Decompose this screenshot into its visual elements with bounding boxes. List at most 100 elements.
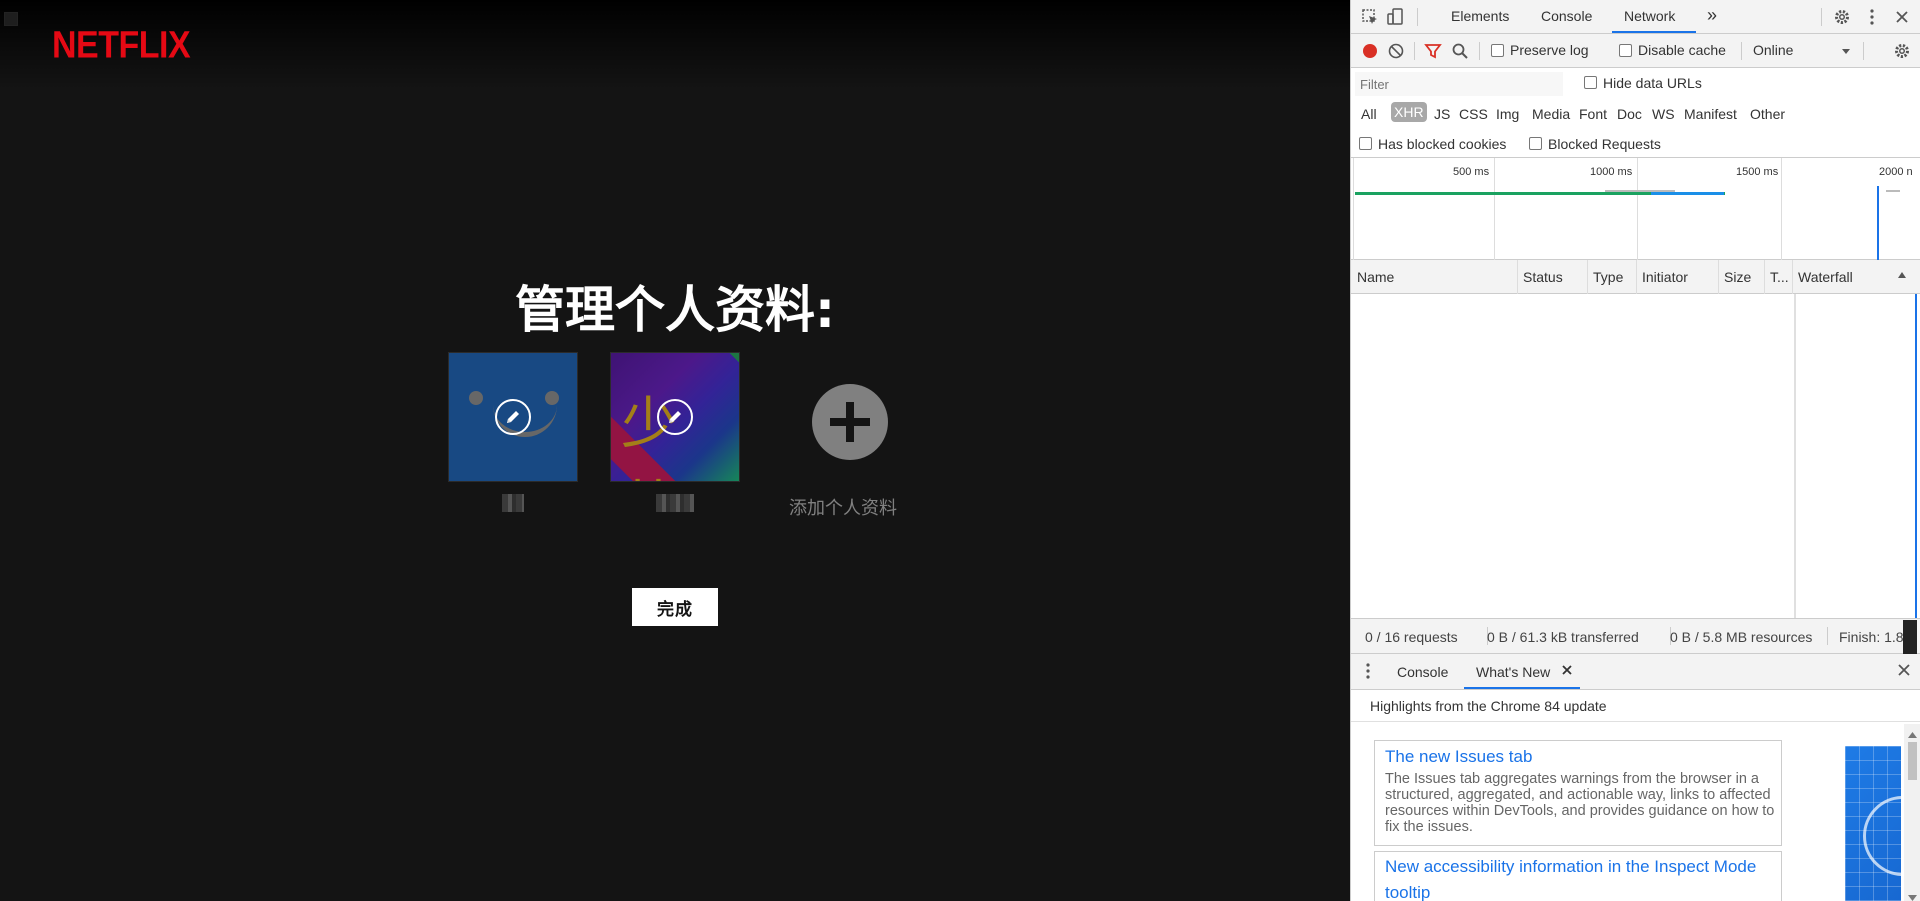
add-profile-label: 添加个人资料 bbox=[789, 498, 897, 519]
scrollbar-thumb[interactable] bbox=[1908, 742, 1917, 780]
dropdown-arrow-icon[interactable] bbox=[1837, 43, 1855, 61]
blocked-filters-row: Has blocked cookies Blocked Requests bbox=[1351, 130, 1920, 158]
resource-type-filters: All XHR JS CSS Img Media Font Doc WS Man… bbox=[1351, 100, 1920, 130]
waterfall-load-line bbox=[1915, 294, 1917, 618]
hide-data-urls-checkbox[interactable] bbox=[1584, 76, 1597, 89]
done-button[interactable]: 完成 bbox=[632, 588, 718, 626]
timeline-tick-label: 2000 n bbox=[1879, 166, 1913, 178]
timeline-tick-label: 500 ms bbox=[1453, 166, 1490, 178]
column-size[interactable]: Size bbox=[1724, 269, 1751, 285]
timeline-tick-label: 1000 ms bbox=[1590, 166, 1633, 178]
search-icon[interactable] bbox=[1451, 42, 1469, 60]
timeline-tick-label: 1500 ms bbox=[1736, 166, 1779, 178]
column-name[interactable]: Name bbox=[1357, 269, 1394, 285]
feature-card-body: The Issues tab aggregates warnings from … bbox=[1385, 771, 1775, 835]
preserve-log-checkbox[interactable] bbox=[1491, 44, 1504, 57]
scroll-down-arrow-icon[interactable] bbox=[1908, 890, 1917, 901]
feature-card-title[interactable]: New accessibility information in the Ins… bbox=[1385, 854, 1775, 901]
profile-item[interactable]: 少儿 bbox=[610, 352, 740, 516]
netflix-logo[interactable]: NETFLIX bbox=[52, 24, 191, 68]
hide-data-urls-label: Hide data URLs bbox=[1603, 75, 1702, 91]
whats-new-panel: Highlights from the Chrome 84 update The… bbox=[1351, 690, 1920, 901]
network-overview-timeline[interactable]: 500 ms 1000 ms 1500 ms 2000 n bbox=[1351, 158, 1920, 260]
type-filter-doc[interactable]: Doc bbox=[1617, 106, 1642, 122]
has-blocked-cookies-label: Has blocked cookies bbox=[1378, 136, 1507, 152]
header-gradient bbox=[0, 0, 1350, 90]
blocked-requests-checkbox[interactable] bbox=[1529, 137, 1542, 150]
timeline-gridline bbox=[1494, 158, 1495, 260]
clear-icon[interactable] bbox=[1387, 42, 1405, 60]
type-filter-xhr[interactable]: XHR bbox=[1391, 102, 1427, 122]
timeline-bar-gray bbox=[1886, 190, 1900, 192]
close-icon[interactable] bbox=[1893, 8, 1911, 26]
record-icon[interactable] bbox=[1361, 42, 1379, 60]
whats-new-promo-image bbox=[1845, 746, 1901, 901]
devtools-tabbar: Elements Console Network » bbox=[1351, 0, 1920, 34]
type-filter-img[interactable]: Img bbox=[1496, 106, 1519, 122]
more-tabs-button[interactable]: » bbox=[1707, 5, 1717, 26]
inspect-element-icon[interactable] bbox=[1361, 8, 1379, 26]
gear-icon[interactable] bbox=[1833, 8, 1851, 26]
profile-name bbox=[610, 494, 740, 516]
type-filter-font[interactable]: Font bbox=[1579, 106, 1607, 122]
netflix-page: NETFLIX 管理个人资料: 少儿 bbox=[0, 0, 1350, 901]
profile-avatar[interactable] bbox=[448, 352, 578, 482]
devtools-panel: Elements Console Network » Preserve log … bbox=[1350, 0, 1920, 901]
kebab-menu-icon[interactable] bbox=[1863, 8, 1881, 26]
disable-cache-checkbox[interactable] bbox=[1619, 44, 1632, 57]
column-time[interactable]: T... bbox=[1770, 269, 1789, 285]
resources-size: 0 B / 5.8 MB resources bbox=[1670, 629, 1813, 645]
network-toolbar: Preserve log Disable cache Online bbox=[1351, 34, 1920, 68]
tab-network[interactable]: Network bbox=[1624, 8, 1675, 24]
type-filter-css[interactable]: CSS bbox=[1459, 106, 1488, 122]
feature-card-title[interactable]: The new Issues tab bbox=[1385, 747, 1532, 767]
has-blocked-cookies-checkbox[interactable] bbox=[1359, 137, 1372, 150]
finish-time: Finish: 1.8 bbox=[1839, 629, 1904, 645]
active-tab-indicator bbox=[1612, 31, 1696, 33]
device-toolbar-icon[interactable] bbox=[1387, 8, 1405, 26]
filter-input[interactable] bbox=[1355, 72, 1563, 96]
type-filter-ws[interactable]: WS bbox=[1652, 106, 1675, 122]
whats-new-header: Highlights from the Chrome 84 update bbox=[1351, 690, 1920, 722]
network-status-bar: 0 / 16 requests 0 B / 61.3 kB transferre… bbox=[1351, 618, 1920, 654]
type-filter-media[interactable]: Media bbox=[1532, 106, 1570, 122]
tab-console[interactable]: Console bbox=[1541, 8, 1592, 24]
sort-arrow-up-icon[interactable] bbox=[1896, 268, 1908, 284]
feature-card[interactable]: The new Issues tab The Issues tab aggreg… bbox=[1374, 740, 1782, 846]
filter-row: Hide data URLs bbox=[1351, 68, 1920, 100]
drawer-tabbar: Console What's New bbox=[1351, 654, 1920, 690]
network-settings-gear-icon[interactable] bbox=[1893, 42, 1911, 60]
timeline-bar-blue bbox=[1651, 192, 1724, 195]
column-initiator[interactable]: Initiator bbox=[1642, 269, 1688, 285]
column-type[interactable]: Type bbox=[1593, 269, 1623, 285]
scroll-up-arrow-icon[interactable] bbox=[1908, 727, 1917, 742]
filter-icon[interactable] bbox=[1424, 42, 1442, 60]
edit-pencil-icon[interactable] bbox=[657, 399, 693, 435]
profile-avatar[interactable]: 少儿 bbox=[610, 352, 740, 482]
column-status[interactable]: Status bbox=[1523, 269, 1563, 285]
type-filter-js[interactable]: JS bbox=[1434, 106, 1450, 122]
throttling-select[interactable]: Online bbox=[1753, 42, 1793, 58]
timeline-gridline bbox=[1781, 158, 1782, 260]
drawer-tab-whats-new[interactable]: What's New bbox=[1476, 664, 1550, 680]
disable-cache-label: Disable cache bbox=[1638, 42, 1726, 58]
edit-pencil-icon[interactable] bbox=[495, 399, 531, 435]
type-filter-manifest[interactable]: Manifest bbox=[1684, 106, 1737, 122]
column-waterfall[interactable]: Waterfall bbox=[1798, 269, 1853, 285]
profile-item[interactable] bbox=[448, 352, 578, 516]
profile-name bbox=[448, 494, 578, 516]
feature-card[interactable]: New accessibility information in the Ins… bbox=[1374, 851, 1782, 901]
type-filter-other[interactable]: Other bbox=[1750, 106, 1785, 122]
whats-new-scrollbar[interactable] bbox=[1904, 724, 1920, 901]
tab-close-icon[interactable] bbox=[1561, 663, 1573, 679]
separator bbox=[1821, 8, 1822, 26]
whats-new-title: Highlights from the Chrome 84 update bbox=[1370, 698, 1607, 714]
redacted-name-mosaic bbox=[656, 494, 694, 512]
separator bbox=[1741, 42, 1742, 60]
plus-circle-icon[interactable] bbox=[812, 384, 888, 460]
tab-elements[interactable]: Elements bbox=[1451, 8, 1509, 24]
drawer-close-icon[interactable] bbox=[1897, 663, 1911, 680]
drawer-tab-console[interactable]: Console bbox=[1397, 664, 1448, 680]
drawer-menu-icon[interactable] bbox=[1363, 662, 1373, 683]
type-filter-all[interactable]: All bbox=[1361, 106, 1377, 122]
